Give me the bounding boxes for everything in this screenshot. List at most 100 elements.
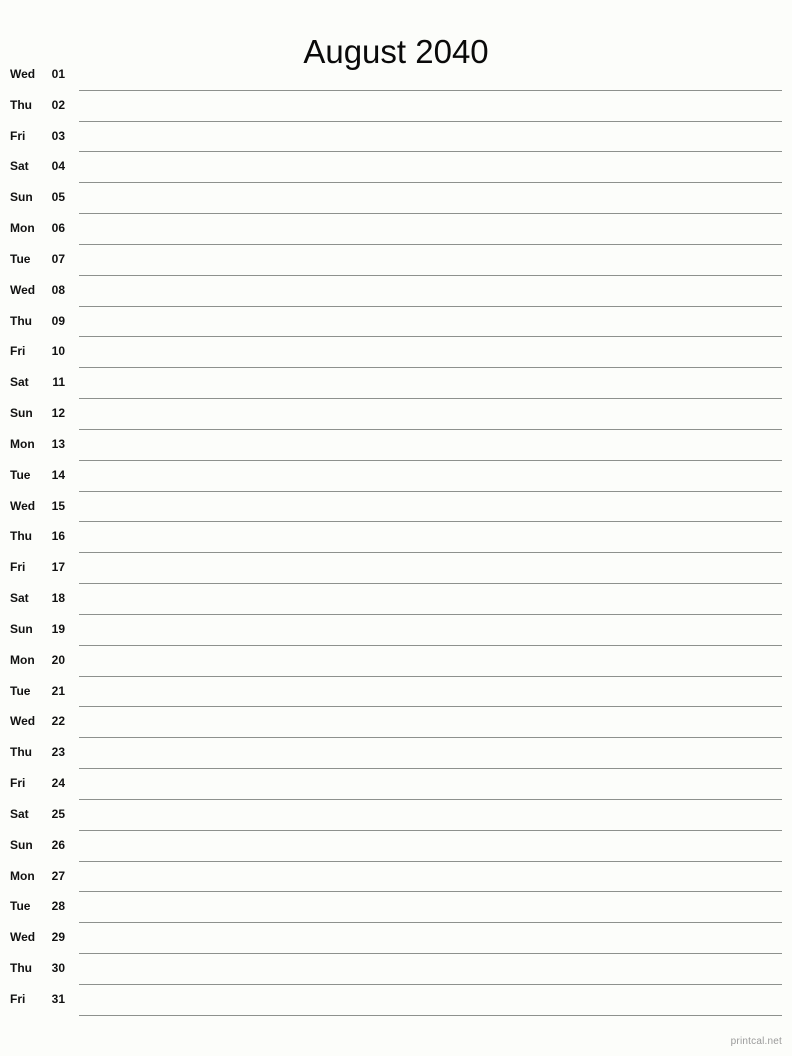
day-row: Fri 31 xyxy=(0,985,792,1016)
day-writing-area[interactable] xyxy=(79,707,782,737)
day-weekday-label: Thu xyxy=(10,529,32,544)
day-weekday-label: Tue xyxy=(10,899,31,914)
day-writing-area[interactable] xyxy=(79,553,782,583)
day-writing-area[interactable] xyxy=(79,214,782,244)
day-row: Sat 04 xyxy=(0,152,792,184)
day-weekday-label: Sat xyxy=(10,375,29,390)
day-number-label: 22 xyxy=(51,714,65,729)
day-writing-area[interactable] xyxy=(79,800,782,830)
day-row: Mon 06 xyxy=(0,214,792,245)
day-weekday-label: Tue xyxy=(10,251,31,266)
footer-credit[interactable]: printcal.net xyxy=(731,1036,782,1048)
day-number-label: 15 xyxy=(51,498,65,513)
day-weekday-label: Fri xyxy=(10,560,26,575)
day-weekday-label: Fri xyxy=(10,776,26,791)
day-number-label: 17 xyxy=(51,560,65,575)
day-writing-area[interactable] xyxy=(79,646,782,676)
day-writing-area[interactable] xyxy=(79,985,782,1015)
day-number-label: 28 xyxy=(51,899,65,914)
day-writing-area[interactable] xyxy=(79,368,782,398)
day-row: Sun 05 xyxy=(0,183,792,215)
day-rule-line xyxy=(79,1014,782,1016)
day-row: Thu 02 xyxy=(0,91,792,122)
calendar-page: August 2040 Wed 01 Thu 02 Fri 03 Sat 04 Sun 05 Mon… xyxy=(0,0,792,1056)
day-writing-area[interactable] xyxy=(79,152,782,182)
day-number-label: 11 xyxy=(52,375,65,390)
day-writing-area[interactable] xyxy=(79,183,782,213)
day-number-label: 06 xyxy=(51,221,65,236)
day-weekday-label: Sat xyxy=(10,806,29,821)
day-weekday-label: Fri xyxy=(10,344,26,359)
day-row: Thu 30 xyxy=(0,954,792,985)
day-number-label: 18 xyxy=(51,591,65,606)
day-writing-area[interactable] xyxy=(79,60,782,90)
day-number-label: 27 xyxy=(51,868,65,883)
day-writing-area[interactable] xyxy=(79,677,782,707)
day-row: Sat 25 xyxy=(0,800,792,831)
day-writing-area[interactable] xyxy=(79,461,782,491)
day-number-label: 05 xyxy=(51,190,65,205)
day-number-label: 24 xyxy=(51,776,65,791)
day-weekday-label: Tue xyxy=(10,467,31,482)
day-row: Tue 14 xyxy=(0,461,792,492)
day-number-label: 21 xyxy=(51,683,65,698)
day-number-label: 30 xyxy=(51,961,65,976)
day-writing-area[interactable] xyxy=(79,91,782,121)
day-writing-area[interactable] xyxy=(79,769,782,799)
day-weekday-label: Sat xyxy=(10,159,29,174)
day-number-label: 04 xyxy=(51,159,65,174)
day-writing-area[interactable] xyxy=(79,831,782,861)
day-writing-area[interactable] xyxy=(79,954,782,984)
day-number-label: 20 xyxy=(51,652,65,667)
day-writing-area[interactable] xyxy=(79,122,782,152)
day-row: Mon 20 xyxy=(0,646,792,677)
day-row: Fri 24 xyxy=(0,769,792,800)
day-writing-area[interactable] xyxy=(79,615,782,645)
day-row: Wed 08 xyxy=(0,276,792,307)
day-number-label: 19 xyxy=(51,621,65,636)
day-row: Sat 18 xyxy=(0,584,792,615)
day-row: Wed 15 xyxy=(0,492,792,523)
day-number-label: 16 xyxy=(51,529,65,544)
day-writing-area[interactable] xyxy=(79,862,782,892)
day-row: Thu 09 xyxy=(0,307,792,338)
day-writing-area[interactable] xyxy=(79,276,782,306)
day-writing-area[interactable] xyxy=(79,584,782,614)
day-writing-area[interactable] xyxy=(79,923,782,953)
day-number-label: 26 xyxy=(51,837,65,852)
day-row: Mon 27 xyxy=(0,862,792,893)
day-writing-area[interactable] xyxy=(79,399,782,429)
day-weekday-label: Thu xyxy=(10,961,32,976)
day-number-label: 14 xyxy=(51,467,65,482)
day-writing-area[interactable] xyxy=(79,522,782,552)
day-weekday-label: Sat xyxy=(10,591,29,606)
day-writing-area[interactable] xyxy=(79,892,782,922)
day-number-label: 31 xyxy=(51,991,65,1006)
day-number-label: 10 xyxy=(51,344,65,359)
day-number-label: 12 xyxy=(51,406,65,421)
day-weekday-label: Fri xyxy=(10,128,26,143)
day-writing-area[interactable] xyxy=(79,492,782,522)
day-number-label: 03 xyxy=(51,128,65,143)
day-number-label: 13 xyxy=(51,436,65,451)
day-row: Sun 12 xyxy=(0,399,792,430)
day-row: Tue 07 xyxy=(0,245,792,276)
day-writing-area[interactable] xyxy=(79,738,782,768)
day-row: Wed 29 xyxy=(0,923,792,955)
day-row: Mon 13 xyxy=(0,430,792,461)
day-row: Tue 21 xyxy=(0,677,792,708)
day-number-label: 02 xyxy=(51,97,65,112)
day-number-label: 09 xyxy=(51,313,65,328)
day-row: Sat 11 xyxy=(0,368,792,400)
day-row: Thu 16 xyxy=(0,522,792,554)
day-writing-area[interactable] xyxy=(79,245,782,275)
day-row: Sun 26 xyxy=(0,831,792,862)
day-row: Wed 22 xyxy=(0,707,792,739)
day-weekday-label: Thu xyxy=(10,745,32,760)
day-writing-area[interactable] xyxy=(79,307,782,337)
day-number-label: 23 xyxy=(51,745,65,760)
day-number-label: 29 xyxy=(51,930,65,945)
day-writing-area[interactable] xyxy=(79,337,782,367)
day-weekday-label: Tue xyxy=(10,683,31,698)
day-writing-area[interactable] xyxy=(79,430,782,460)
